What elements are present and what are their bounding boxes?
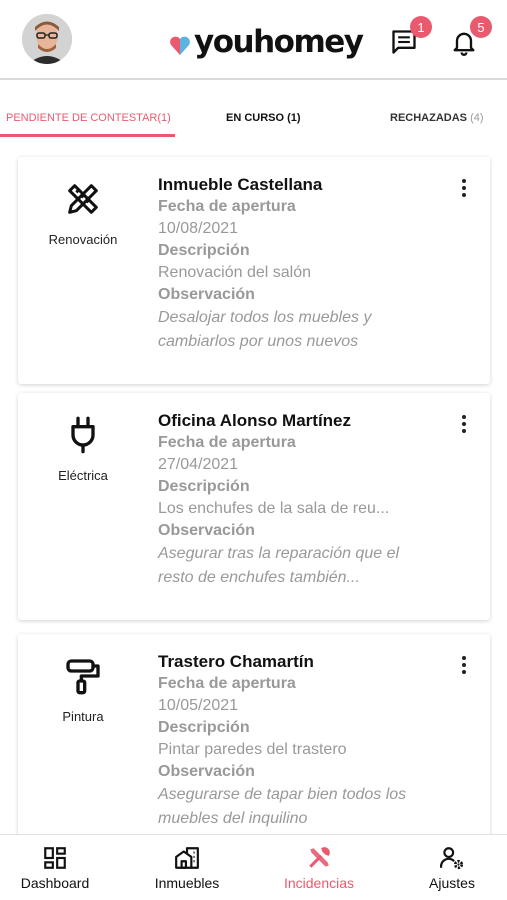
nav-incidencias[interactable]: Incidencias bbox=[264, 845, 374, 891]
date-value: 27/04/2021 bbox=[158, 456, 239, 473]
date-label: Fecha de apertura bbox=[158, 198, 296, 215]
card-details: Oficina Alonso Martínez Fecha de apertur… bbox=[158, 410, 448, 590]
bottom-navigation: Dashboard Inmuebles Incidencias Ajustes bbox=[0, 834, 507, 900]
tab-rechazadas-label: RECHAZADAS bbox=[390, 112, 467, 124]
description-label: Descripción bbox=[158, 719, 250, 736]
nav-dashboard[interactable]: Dashboard bbox=[0, 845, 110, 891]
date-label: Fecha de apertura bbox=[158, 675, 296, 692]
more-options-icon[interactable] bbox=[460, 415, 468, 437]
description-value: Los enchufes de la sala de reu... bbox=[158, 500, 390, 517]
user-settings-icon bbox=[440, 847, 464, 870]
plug-icon bbox=[71, 416, 95, 454]
building-icon bbox=[175, 847, 199, 869]
category-label: Eléctrica bbox=[58, 468, 108, 483]
description-label: Descripción bbox=[158, 478, 250, 495]
status-tabs: PENDIENTE DE CONTESTAR(1) EN CURSO (1) R… bbox=[0, 100, 507, 140]
app-header: youhomey 1 5 bbox=[0, 0, 507, 80]
tab-rechazadas[interactable]: RECHAZADAS (4) bbox=[390, 112, 484, 124]
dashboard-icon bbox=[44, 847, 66, 869]
date-label: Fecha de apertura bbox=[158, 434, 296, 451]
observation-value: Asegurar tras la reparación que el resto… bbox=[158, 545, 400, 586]
brand-logo: youhomey bbox=[168, 22, 364, 62]
messages-button[interactable]: 1 bbox=[390, 16, 432, 56]
observation-value: Desalojar todos los muebles y cambiarlos… bbox=[158, 309, 372, 350]
date-value: 10/05/2021 bbox=[158, 697, 239, 714]
observation-label: Observación bbox=[158, 763, 255, 780]
avatar-image bbox=[22, 14, 72, 64]
observation-label: Observación bbox=[158, 522, 255, 539]
nav-inmuebles-label: Inmuebles bbox=[154, 875, 220, 891]
description-value: Renovación del salón bbox=[158, 264, 311, 281]
messages-badge: 1 bbox=[410, 16, 432, 38]
description-label: Descripción bbox=[158, 242, 250, 259]
property-title: Inmueble Castellana bbox=[158, 175, 323, 194]
property-title: Trastero Chamartín bbox=[158, 652, 314, 671]
notifications-badge: 5 bbox=[470, 16, 492, 38]
card-details: Inmueble Castellana Fecha de apertura 10… bbox=[158, 174, 448, 354]
tab-rechazadas-count: (4) bbox=[470, 112, 484, 124]
more-options-icon[interactable] bbox=[460, 179, 468, 201]
tools-icon bbox=[309, 847, 330, 868]
nav-inmuebles[interactable]: Inmuebles bbox=[132, 845, 242, 891]
incident-card[interactable]: Renovación Inmueble Castellana Fecha de … bbox=[18, 157, 490, 384]
active-tab-indicator bbox=[0, 134, 175, 137]
brand-name: youhomey bbox=[194, 24, 364, 60]
property-title: Oficina Alonso Martínez bbox=[158, 411, 352, 430]
observation-label: Observación bbox=[158, 286, 255, 303]
incident-list: Renovación Inmueble Castellana Fecha de … bbox=[0, 140, 507, 834]
notifications-button[interactable]: 5 bbox=[450, 16, 492, 56]
card-details: Trastero Chamartín Fecha de apertura 10/… bbox=[158, 651, 448, 831]
category-label: Renovación bbox=[48, 232, 118, 247]
observation-value: Asegurarse de tapar bien todos los muebl… bbox=[158, 786, 407, 827]
pencil-ruler-icon bbox=[68, 184, 98, 214]
more-options-icon[interactable] bbox=[460, 656, 468, 678]
paint-roller-icon bbox=[66, 659, 100, 695]
nav-incidencias-label: Incidencias bbox=[283, 875, 355, 891]
tab-en-curso[interactable]: EN CURSO (1) bbox=[226, 112, 301, 124]
description-value: Pintar paredes del trastero bbox=[158, 741, 347, 758]
nav-dashboard-label: Dashboard bbox=[20, 875, 90, 891]
incident-card[interactable]: Pintura Trastero Chamartín Fecha de aper… bbox=[18, 634, 490, 834]
tab-pendiente[interactable]: PENDIENTE DE CONTESTAR(1) bbox=[6, 112, 171, 124]
nav-ajustes-label: Ajustes bbox=[429, 875, 475, 891]
nav-ajustes[interactable]: Ajustes bbox=[397, 845, 507, 891]
category-label: Pintura bbox=[62, 709, 104, 724]
heart-logo-icon bbox=[170, 36, 190, 55]
incident-card[interactable]: Eléctrica Oficina Alonso Martínez Fecha … bbox=[18, 393, 490, 620]
avatar[interactable] bbox=[22, 14, 72, 64]
date-value: 10/08/2021 bbox=[158, 220, 239, 237]
